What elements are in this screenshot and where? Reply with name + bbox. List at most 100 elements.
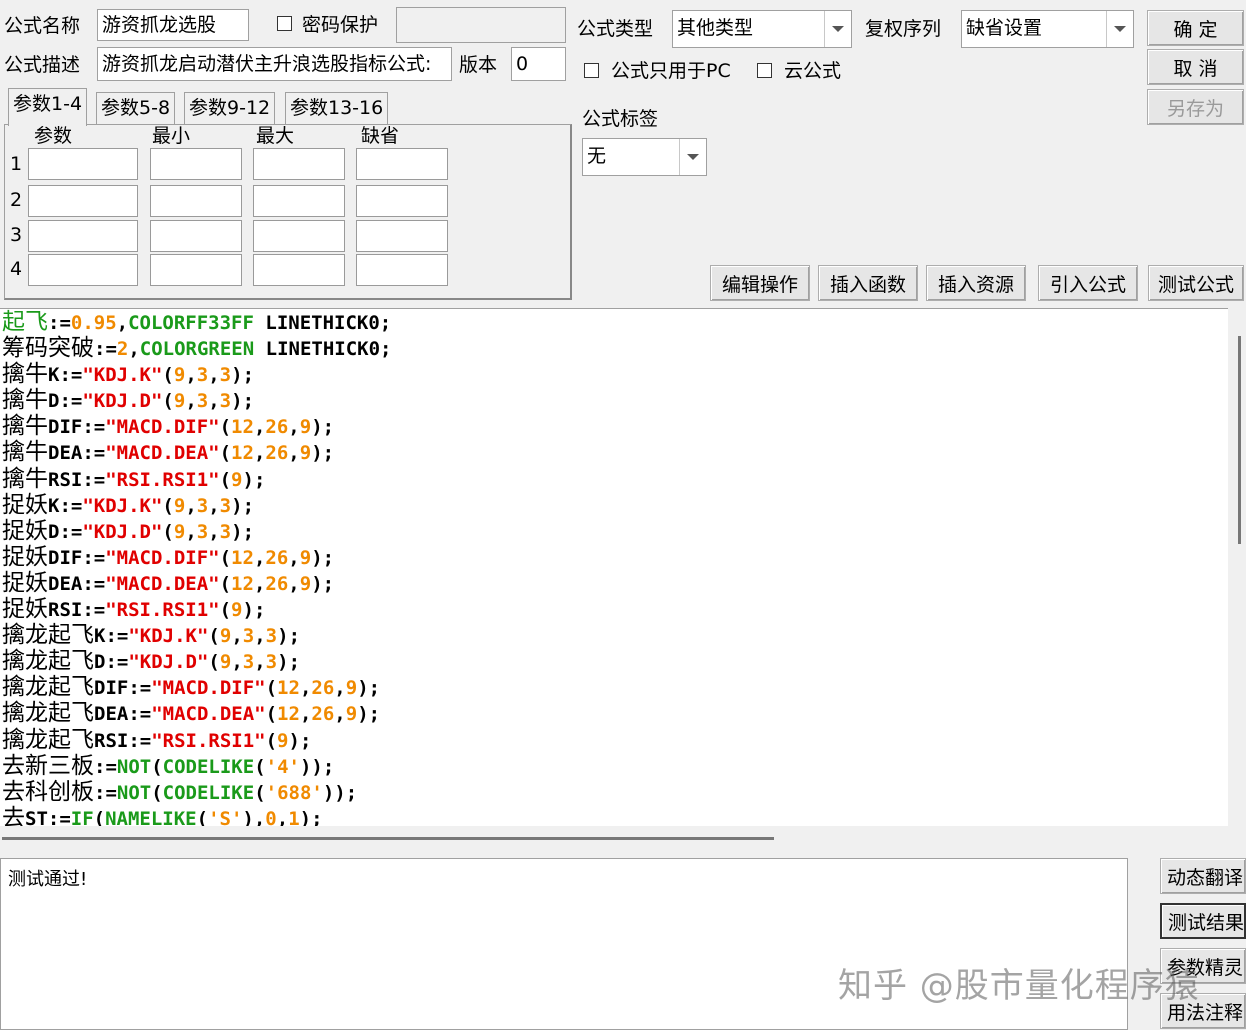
code-token: RSI:= bbox=[48, 468, 106, 491]
code-token: "KDJ.K" bbox=[128, 625, 209, 648]
code-token: D:= bbox=[48, 390, 83, 413]
code-token: ); bbox=[311, 572, 335, 595]
horizontal-scroll-thumb[interactable] bbox=[2, 837, 774, 840]
param-max-input[interactable] bbox=[253, 185, 345, 217]
import-formula-button[interactable]: 引入公式 bbox=[1038, 265, 1138, 301]
param-default-input[interactable] bbox=[356, 148, 448, 180]
insert-resource-button[interactable]: 插入资源 bbox=[926, 265, 1026, 301]
code-token: 2 bbox=[116, 338, 129, 361]
test-result-button[interactable]: 测试结果 bbox=[1160, 903, 1246, 939]
code-token: 12 bbox=[231, 572, 254, 595]
insert-function-button[interactable]: 插入函数 bbox=[818, 265, 918, 301]
code-token: 0 bbox=[265, 807, 277, 827]
param-min-input[interactable] bbox=[150, 148, 242, 180]
dynamic-translate-button[interactable]: 动态翻译 bbox=[1160, 858, 1246, 894]
formula-type-select[interactable]: 其他类型 bbox=[672, 10, 852, 48]
param-default-input[interactable] bbox=[356, 254, 448, 286]
formula-name-input[interactable]: 游资抓龙选股 bbox=[97, 9, 249, 41]
fuquan-value: 缺省设置 bbox=[966, 17, 1043, 39]
code-token: ); bbox=[242, 468, 266, 491]
code-token: ( bbox=[265, 729, 278, 752]
code-token: "KDJ.D" bbox=[128, 651, 209, 674]
code-line: 擒牛K:="KDJ.K"(9,3,3); bbox=[0, 361, 1228, 387]
param-name-input[interactable] bbox=[28, 220, 138, 252]
param-header-min: 最小 bbox=[152, 125, 191, 147]
code-token: , bbox=[185, 390, 197, 413]
formula-type-label: 公式类型 bbox=[577, 18, 654, 40]
cloud-formula-label: 云公式 bbox=[784, 60, 842, 82]
code-token: "KDJ.D" bbox=[82, 520, 163, 543]
code-token: CODELIKE bbox=[162, 781, 255, 804]
param-default-input[interactable] bbox=[356, 220, 448, 252]
edit-ops-button[interactable]: 编辑操作 bbox=[710, 265, 810, 301]
code-token: := bbox=[94, 755, 117, 778]
tab-params-9-12[interactable]: 参数9-12 bbox=[184, 92, 276, 124]
tab-params-13-16[interactable]: 参数13-16 bbox=[285, 92, 389, 124]
formula-tag-select[interactable]: 无 bbox=[582, 138, 707, 176]
chevron-down-icon[interactable] bbox=[1106, 11, 1133, 47]
chevron-down-icon[interactable] bbox=[679, 139, 706, 175]
param-name-input[interactable] bbox=[28, 185, 138, 217]
code-line: 擒龙起飞D:="KDJ.D"(9,3,3); bbox=[0, 648, 1228, 674]
code-line: 擒龙起飞RSI:="RSI.RSI1"(9); bbox=[0, 727, 1228, 753]
param-max-input[interactable] bbox=[253, 148, 345, 180]
cancel-button[interactable]: 取 消 bbox=[1147, 49, 1244, 85]
chevron-down-icon[interactable] bbox=[824, 11, 851, 47]
tab-params-5-8[interactable]: 参数5-8 bbox=[96, 92, 176, 124]
vertical-scroll-thumb[interactable] bbox=[1238, 336, 1241, 544]
param-min-input[interactable] bbox=[150, 254, 242, 286]
code-token: 擒龙起飞 bbox=[2, 726, 94, 753]
code-token: 3 bbox=[219, 494, 232, 517]
code-token: 擒牛 bbox=[2, 413, 48, 440]
code-token: "KDJ.D" bbox=[82, 390, 163, 413]
code-token: 去 bbox=[2, 804, 25, 827]
save-as-button[interactable]: 另存为 bbox=[1147, 89, 1244, 125]
code-token: 12 bbox=[277, 703, 300, 726]
code-token: "RSI.RSI1" bbox=[105, 599, 220, 622]
code-token: 擒龙起飞 bbox=[2, 674, 94, 701]
formula-desc-input[interactable]: 游资抓龙启动潜伏主升浪选股指标公式: bbox=[97, 47, 452, 81]
code-token: ); bbox=[311, 546, 335, 569]
code-token: 9 bbox=[173, 520, 186, 543]
tab-params-1-4[interactable]: 参数1-4 bbox=[8, 88, 88, 126]
code-token: 去新三板 bbox=[2, 752, 94, 779]
code-token: "RSI.RSI1" bbox=[105, 468, 220, 491]
code-token: LINETHICK0; bbox=[253, 312, 392, 334]
pc-only-checkbox[interactable] bbox=[584, 63, 599, 78]
code-token: "MACD.DEA" bbox=[105, 442, 220, 465]
vertical-scrollbar[interactable] bbox=[1228, 308, 1246, 826]
code-token: 9 bbox=[345, 703, 358, 726]
code-token: 3 bbox=[219, 520, 232, 543]
code-token: 9 bbox=[231, 599, 243, 622]
code-token: 3 bbox=[242, 625, 255, 648]
code-token: 3 bbox=[219, 364, 232, 387]
code-editor[interactable]: 起飞:=0.95,COLORFF33FF LINETHICK0; 筹码突破:=2,… bbox=[0, 308, 1228, 827]
param-name-input[interactable] bbox=[28, 254, 138, 286]
code-token: , bbox=[253, 572, 266, 595]
code-token: D:= bbox=[94, 651, 129, 674]
code-token: , bbox=[253, 416, 266, 439]
cloud-formula-checkbox[interactable] bbox=[757, 63, 772, 78]
code-token: ( bbox=[196, 807, 209, 827]
param-default-input[interactable] bbox=[356, 185, 448, 217]
horizontal-scrollbar[interactable] bbox=[0, 826, 1246, 854]
fuquan-select[interactable]: 缺省设置 bbox=[961, 10, 1134, 48]
code-token: 3 bbox=[242, 651, 255, 674]
ok-button[interactable]: 确 定 bbox=[1147, 10, 1244, 46]
version-label: 版本 bbox=[459, 54, 498, 76]
code-token: 'S' bbox=[208, 807, 243, 827]
password-protect-checkbox[interactable] bbox=[277, 16, 292, 31]
code-token: 12 bbox=[277, 677, 300, 700]
code-token: ( bbox=[162, 520, 174, 543]
password-input[interactable] bbox=[396, 7, 566, 43]
version-input[interactable]: 0 bbox=[511, 47, 566, 81]
code-token: "MACD.DEA" bbox=[151, 703, 266, 726]
param-min-input[interactable] bbox=[150, 220, 242, 252]
test-formula-button[interactable]: 测试公式 bbox=[1148, 265, 1244, 301]
code-line: 去科创板:=NOT(CODELIKE('688')); bbox=[0, 779, 1228, 805]
param-min-input[interactable] bbox=[150, 185, 242, 217]
code-token: 9 bbox=[173, 364, 186, 387]
param-max-input[interactable] bbox=[253, 254, 345, 286]
param-max-input[interactable] bbox=[253, 220, 345, 252]
param-name-input[interactable] bbox=[28, 148, 138, 180]
